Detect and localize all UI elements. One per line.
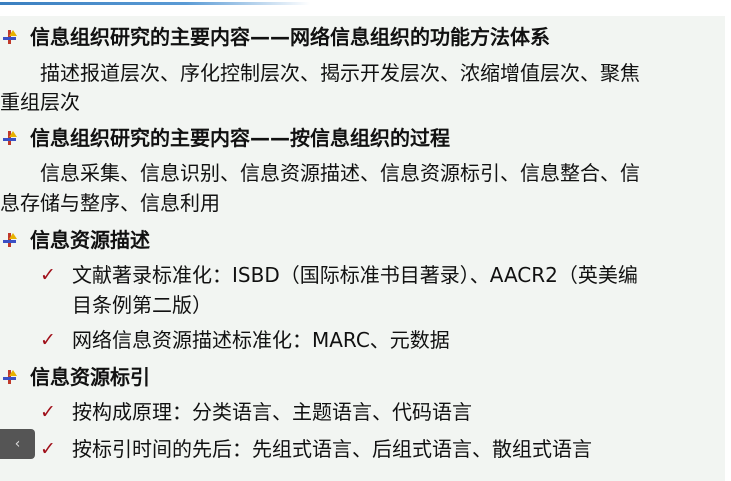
- check-icon: ✓: [40, 264, 56, 286]
- check-icon: ✓: [40, 401, 56, 423]
- heading-2: 信息组织研究的主要内容——按信息组织的过程: [30, 126, 450, 150]
- body-line: 信息采集、信息识别、信息资源描述、信息资源标引、信息整合、信: [40, 161, 640, 185]
- body-line: 描述报道层次、序化控制层次、揭示开发层次、浓缩增值层次、聚焦: [40, 61, 640, 85]
- bullet-icon: [3, 233, 17, 247]
- list-item: 按标引时间的先后：先组式语言、后组式语言、散组式语言: [72, 437, 592, 461]
- right-edge: [725, 16, 731, 481]
- previous-slide-button[interactable]: ‹: [0, 429, 35, 459]
- body-line: 息存储与整序、信息利用: [0, 191, 220, 215]
- chevron-left-icon: ‹: [14, 436, 21, 452]
- list-item: 文献著录标准化：ISBD（国际标准书目著录）、AACR2（英美编: [72, 263, 638, 287]
- top-bar: [0, 0, 731, 16]
- heading-4: 信息资源标引: [30, 365, 150, 389]
- list-item: 网络信息资源描述标准化：MARC、元数据: [72, 328, 450, 352]
- heading-3: 信息资源描述: [30, 228, 150, 252]
- check-icon: ✓: [40, 329, 56, 351]
- bullet-icon: [3, 131, 17, 145]
- bullet-icon: [3, 370, 17, 384]
- body-line: 重组层次: [0, 90, 80, 114]
- list-item-continued: 目条例第二版）: [72, 293, 212, 317]
- list-item: 按构成原理：分类语言、主题语言、代码语言: [72, 400, 472, 424]
- heading-1: 信息组织研究的主要内容——网络信息组织的功能方法体系: [30, 25, 550, 49]
- bullet-icon: [3, 30, 17, 44]
- check-icon: ✓: [40, 438, 56, 460]
- title-underline: [0, 2, 310, 5]
